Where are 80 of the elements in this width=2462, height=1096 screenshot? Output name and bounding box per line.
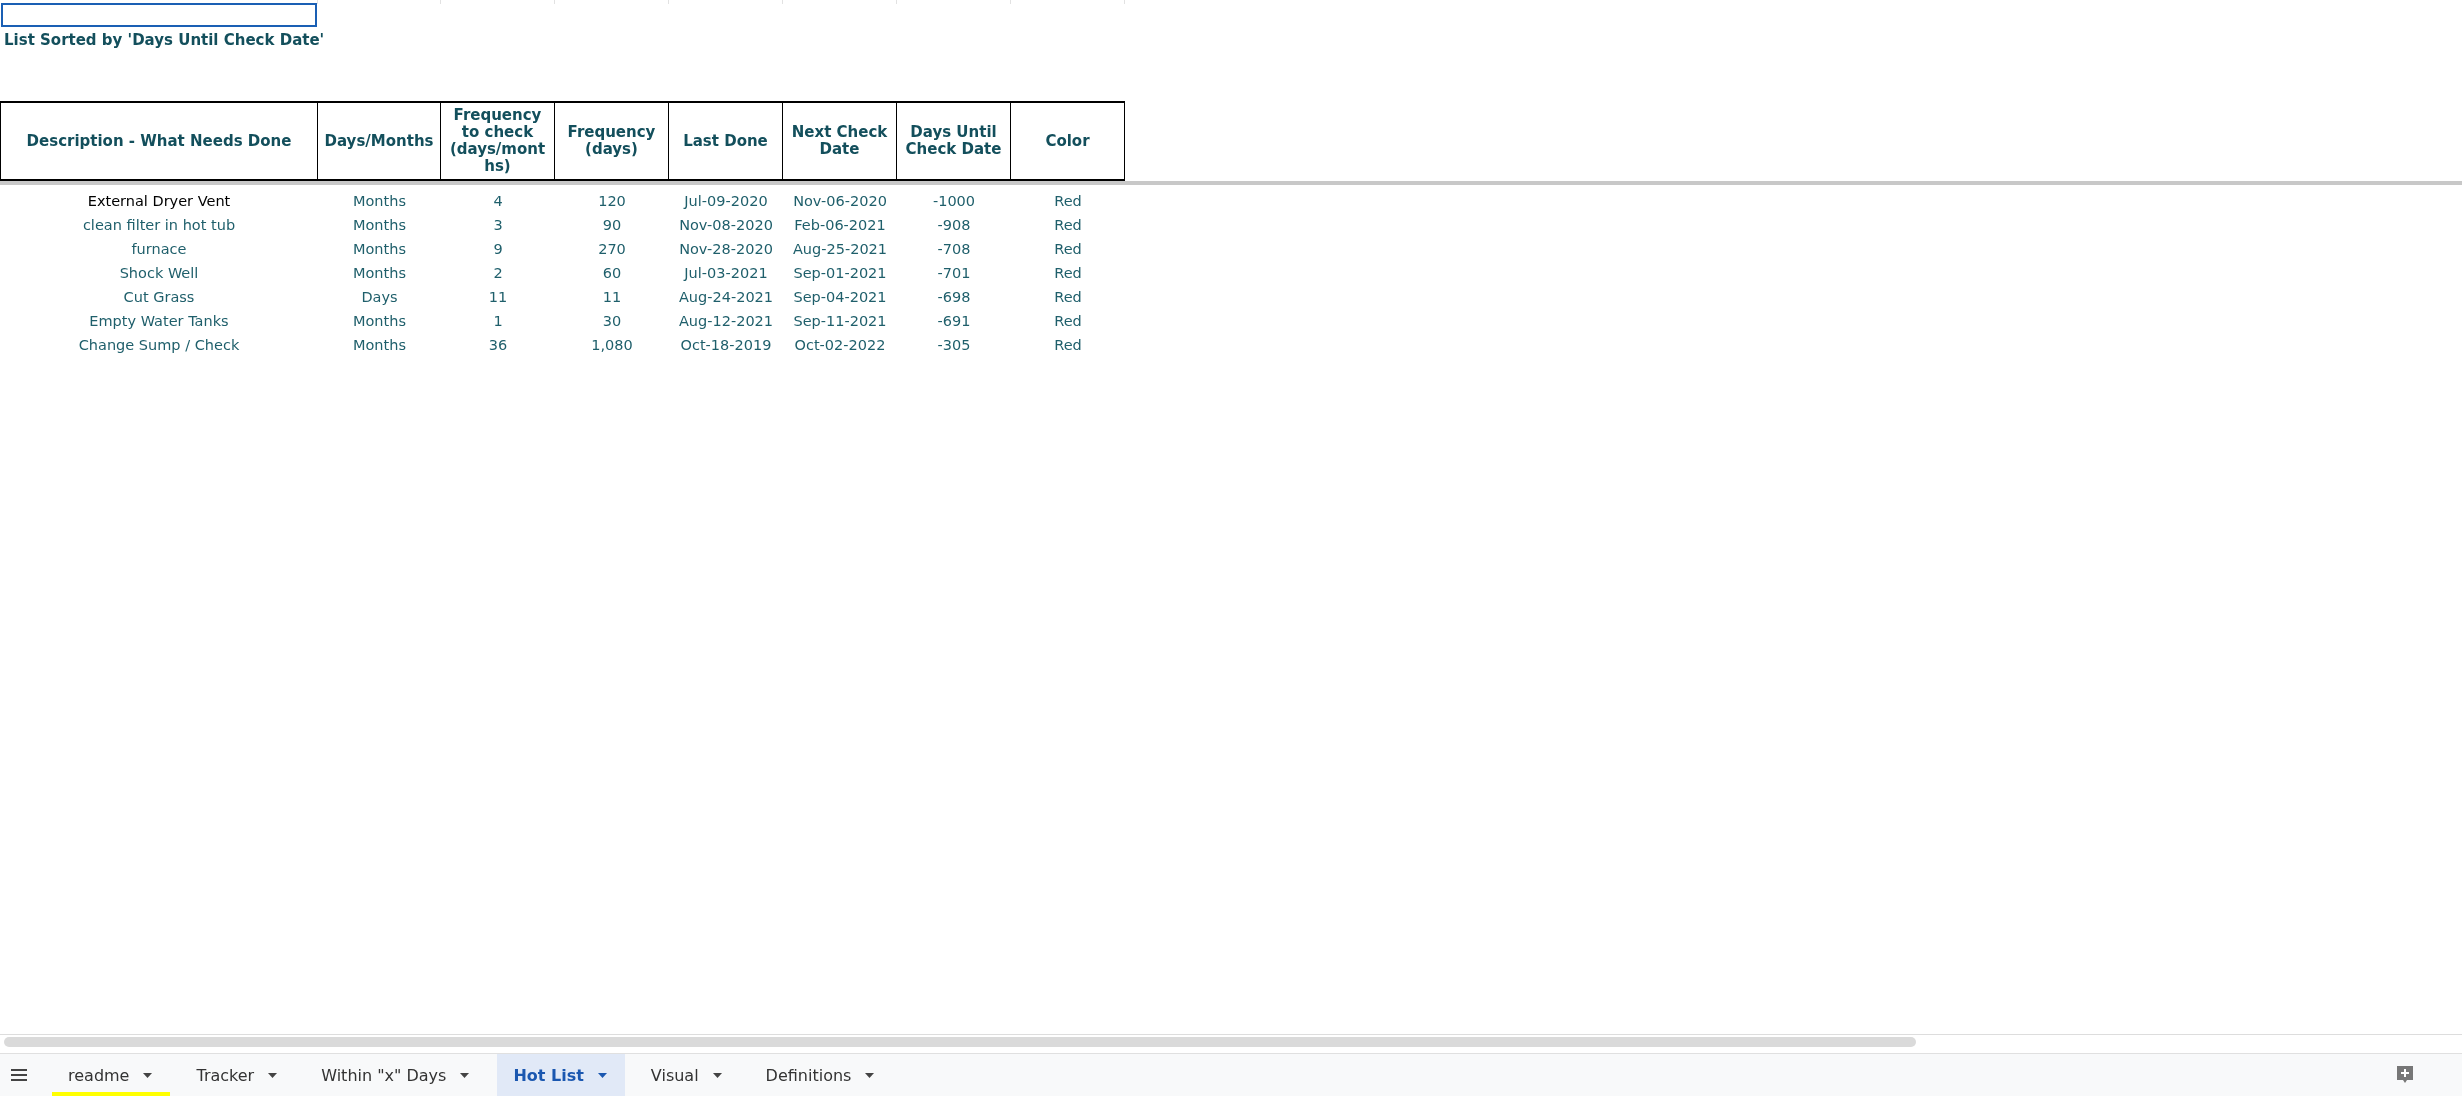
table-cell-text: 4 — [492, 192, 504, 211]
table-cell-text: -1000 — [931, 192, 977, 211]
column-header: Days Until Check Date — [897, 103, 1011, 179]
table-cell-text: Nov-28-2020 — [678, 240, 774, 259]
column-header: Color — [1011, 103, 1125, 179]
table-cell-text: 11 — [601, 288, 623, 307]
table-cell-text: -708 — [936, 240, 972, 259]
column-header: Description - What Needs Done — [0, 103, 318, 179]
table-cell-text: Aug-12-2021 — [677, 312, 775, 331]
caret-icon — [268, 1072, 278, 1078]
table-cell-text: Red — [1053, 240, 1083, 259]
table-cell-text: Jul-09-2020 — [682, 192, 769, 211]
table-cell-text: 60 — [601, 264, 623, 283]
table-cell-text: Red — [1053, 312, 1083, 331]
selected-cell[interactable] — [1, 3, 317, 27]
table-cell-text: Red — [1053, 264, 1083, 283]
table-cell-text: -908 — [936, 216, 972, 235]
table-cell-text: Red — [1053, 288, 1083, 307]
table-cell-text: Feb-06-2021 — [793, 216, 887, 235]
table-cell-text: 120 — [597, 192, 627, 211]
table-cell-text: Aug-24-2021 — [677, 288, 775, 307]
table-cell-text: Months — [352, 216, 407, 235]
table-cell-text: Jul-03-2021 — [682, 264, 769, 283]
column-header: Frequency to check (days/mont hs) — [441, 103, 555, 179]
table-cell-text: 9 — [492, 240, 504, 259]
sheet-title: List Sorted by 'Days Until Check Date' — [4, 31, 326, 51]
caret-icon — [712, 1072, 722, 1078]
caret-icon — [597, 1072, 607, 1078]
table-cell-text: Days — [360, 288, 399, 307]
table-cell-text: Shock Well — [118, 264, 200, 283]
table-cell-text: -698 — [936, 288, 972, 307]
table-cell-text: Months — [352, 240, 407, 259]
table-cell-text: Empty Water Tanks — [88, 312, 230, 331]
sheet-tab[interactable]: Definitions — [749, 1054, 893, 1096]
column-header: Last Done — [669, 103, 783, 179]
table-cell-text: Nov-08-2020 — [678, 216, 774, 235]
table-cell-text: 3 — [492, 216, 504, 235]
table-cell-text: 1,080 — [590, 336, 634, 355]
caret-icon — [460, 1072, 470, 1078]
sheet-tab[interactable]: readme — [52, 1054, 171, 1096]
table-cell-text: Sep-11-2021 — [792, 312, 888, 331]
table-cell-text: Months — [352, 312, 407, 331]
scrollbar-thumb[interactable] — [4, 1037, 1916, 1047]
table-cell-text: Oct-18-2019 — [679, 336, 773, 355]
sheet-tab[interactable]: Tracker — [180, 1054, 296, 1096]
table-cell-text: Cut Grass — [122, 288, 196, 307]
sheet-tab[interactable]: Within "x" Days — [305, 1054, 488, 1096]
column-header: Days/Months — [318, 103, 441, 179]
caret-icon — [143, 1072, 153, 1078]
table-cell-text: External Dryer Vent — [86, 192, 232, 211]
table-cell-text: Sep-01-2021 — [792, 264, 888, 283]
table-cell-text: Red — [1053, 336, 1083, 355]
table-cell-text: 30 — [601, 312, 623, 331]
table-cell-text: -701 — [936, 264, 972, 283]
table-cell-text: Months — [352, 192, 407, 211]
table-cell-text: Red — [1053, 216, 1083, 235]
table-cell-text: Nov-06-2020 — [792, 192, 888, 211]
table-cell-text: Oct-02-2022 — [793, 336, 887, 355]
table-cell-text: Aug-25-2021 — [791, 240, 889, 259]
table-cell-text: Sep-04-2021 — [792, 288, 888, 307]
table-cell-text: Months — [352, 264, 407, 283]
column-header: Next Check Date — [783, 103, 897, 179]
table-cell-text: 270 — [597, 240, 627, 259]
table-cell-text: clean filter in hot tub — [81, 216, 237, 235]
sheet-tab[interactable]: Visual — [634, 1054, 740, 1096]
column-header: Frequency (days) — [555, 103, 669, 179]
table-cell-text: 1 — [492, 312, 504, 331]
table-cell-text: 90 — [601, 216, 623, 235]
table-cell-text: -305 — [936, 336, 972, 355]
table-cell-text: Change Sump / Check — [77, 336, 241, 355]
table-cell-text: Red — [1053, 192, 1083, 211]
caret-icon — [865, 1072, 875, 1078]
table-cell-text: 11 — [487, 288, 509, 307]
table-cell-text: 2 — [492, 264, 504, 283]
table-cell-text: Months — [352, 336, 407, 355]
table-cell-text: furnace — [130, 240, 188, 259]
table-cell-text: -691 — [936, 312, 972, 331]
add-sheet-icon[interactable] — [2396, 1065, 2414, 1085]
table-cell-text: 36 — [487, 336, 509, 355]
sheet-tab[interactable]: Hot List — [497, 1054, 625, 1096]
